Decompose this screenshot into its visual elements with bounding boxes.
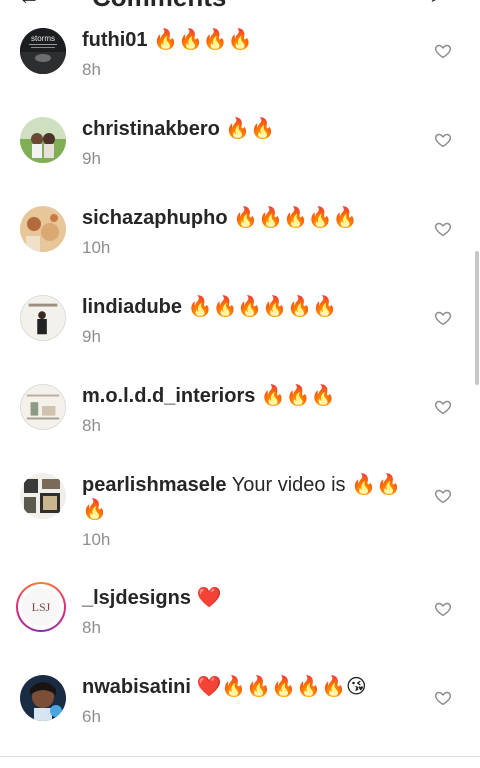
comment-time: 10h [82,530,111,549]
comment-text: 🔥🔥🔥🔥 [147,29,253,51]
comment-username[interactable]: lindiadube [82,296,182,318]
avatar[interactable] [20,473,66,519]
comment-body: nwabisatini ❤️🔥🔥🔥🔥🔥😘 6h [82,675,412,727]
like-heart-icon[interactable] [434,220,452,238]
avatar[interactable] [20,117,66,163]
avatar-image [20,675,66,721]
comment-username[interactable]: sichazaphupho [82,207,228,229]
avatar-logo-text: storms [31,34,55,43]
like-heart-icon[interactable] [434,131,452,149]
avatar-logo-text: LSJ [22,588,60,626]
like-heart-icon[interactable] [434,309,452,327]
scrollbar[interactable] [475,251,479,385]
avatar[interactable] [20,295,66,341]
comment-text: ❤️🔥🔥🔥🔥🔥😘 [190,676,367,698]
comment-time: 9h [82,327,101,346]
back-arrow-icon[interactable]: ← [18,0,40,8]
like-heart-icon[interactable] [434,689,452,707]
comment-body: _lsjdesigns ❤️ 8h [82,586,412,638]
avatar-image [20,473,66,519]
comment-username[interactable]: _lsjdesigns [82,587,191,609]
avatar-image: storms [20,28,66,74]
header-bar: ← Comments ➤ [0,0,480,10]
comment-time: 8h [82,60,101,79]
avatar[interactable]: storms [20,28,66,74]
comment-body: sichazaphupho 🔥🔥🔥🔥🔥 10h [82,206,412,258]
page-title: Comments [92,0,226,10]
comment-body: christinakbero 🔥🔥 9h [82,117,412,169]
comment-time: 8h [82,416,101,435]
comment-username[interactable]: pearlishmasele [82,474,227,496]
comment-time: 8h [82,618,101,637]
comment-time: 6h [82,707,101,726]
comment-body: futhi01 🔥🔥🔥🔥 8h [82,28,412,80]
comment-text: 🔥🔥 [219,118,276,140]
avatar-image [20,206,66,252]
comment-body: lindiadube 🔥🔥🔥🔥🔥🔥 9h [82,295,412,347]
avatar[interactable] [20,384,66,430]
avatar[interactable]: LSJ [16,582,66,632]
comment-username[interactable]: futhi01 [82,29,148,51]
avatar[interactable] [20,206,66,252]
avatar[interactable] [20,675,66,721]
comment-text: 🔥🔥🔥🔥🔥🔥 [182,296,337,318]
divider [0,756,480,757]
comment-body: pearlishmasele Your video is 🔥🔥🔥 10h [82,473,412,550]
avatar-image [21,385,65,429]
avatar-image [20,117,66,163]
like-heart-icon[interactable] [434,600,452,618]
send-icon[interactable]: ➤ [429,0,446,6]
comment-text: 🔥🔥🔥🔥🔥 [227,207,358,229]
like-heart-icon[interactable] [434,487,452,505]
comment-text: 🔥🔥🔥 [255,385,336,407]
comment-text: ❤️ [190,587,222,609]
comment-time: 9h [82,149,101,168]
avatar-image [21,296,65,340]
comment-body: m.o.l.d.d_interiors 🔥🔥🔥 8h [82,384,412,436]
comment-username[interactable]: nwabisatini [82,676,191,698]
like-heart-icon[interactable] [434,42,452,60]
comment-username[interactable]: christinakbero [82,118,220,140]
like-heart-icon[interactable] [434,398,452,416]
comment-time: 10h [82,238,111,257]
comment-username[interactable]: m.o.l.d.d_interiors [82,385,255,407]
